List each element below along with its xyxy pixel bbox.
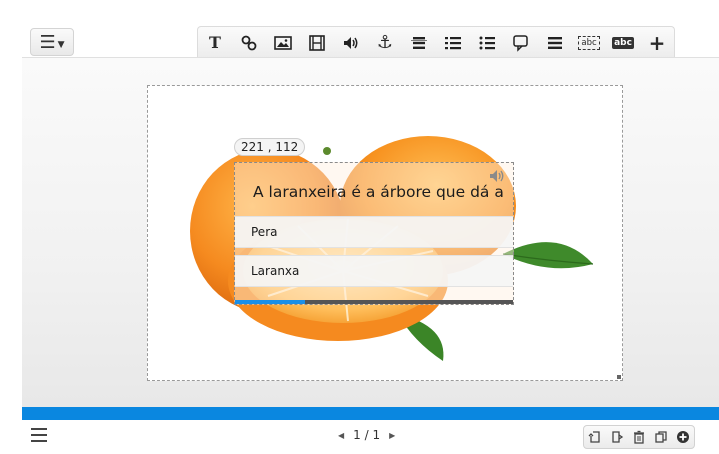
fill-blank-tool[interactable]: abc — [572, 27, 606, 58]
bottom-bar: ◀ 1 / 1 ▶ — [22, 420, 719, 454]
list-tool[interactable] — [538, 27, 572, 58]
plus-icon: + — [648, 30, 666, 55]
ordered-list-tool[interactable] — [436, 27, 470, 58]
speech-bubble-icon — [513, 34, 528, 52]
add-tool[interactable]: + — [640, 27, 674, 58]
timeline-bar[interactable] — [22, 407, 719, 420]
letter-tool[interactable]: abc — [606, 27, 640, 58]
triangle-left-icon[interactable]: ◀ — [338, 431, 344, 440]
popup-tool[interactable] — [504, 27, 538, 58]
add-slide-button[interactable] — [672, 426, 694, 448]
top-toolbar: ☰ ▼ T ⚓ abc abc + — [22, 26, 719, 58]
coordinates-badge: 221 , 112 — [234, 138, 306, 156]
slide-canvas[interactable]: 221 , 112 A laranxeira é a árbore que dá… — [147, 85, 623, 381]
trash-icon — [634, 430, 644, 444]
page-indicator: 1 / 1 — [353, 428, 381, 442]
duplicate-page-button[interactable] — [650, 426, 672, 448]
answer-option[interactable]: Pera — [235, 216, 513, 248]
slides-menu-icon[interactable] — [31, 428, 47, 442]
slide-tools — [583, 425, 695, 449]
undo-page-button[interactable] — [584, 426, 606, 448]
numbered-list-icon — [445, 36, 461, 49]
quiz-widget[interactable]: A laranxeira é a árbore que dá a Pera La… — [234, 162, 514, 305]
check-list-icon — [479, 36, 495, 49]
speaker-icon[interactable] — [489, 169, 507, 183]
abc-box-icon: abc — [578, 35, 600, 50]
resize-handle[interactable] — [617, 375, 621, 379]
main-menu-button[interactable]: ☰ ▼ — [30, 28, 74, 56]
add-page-icon — [612, 431, 624, 443]
answer-option[interactable]: Laranxa — [235, 255, 513, 287]
sort-list-icon — [411, 36, 427, 49]
link-tool[interactable] — [232, 27, 266, 58]
hamburger-menu-icon: ☰ — [39, 31, 56, 53]
image-icon — [274, 35, 292, 50]
add-page-button[interactable] — [606, 426, 628, 448]
duplicate-icon — [655, 431, 667, 443]
anchor-icon: ⚓ — [376, 32, 394, 53]
insert-tools: T ⚓ abc abc + — [197, 26, 675, 58]
caret-down-icon: ▼ — [57, 40, 65, 50]
text-tool[interactable]: T — [198, 27, 232, 58]
text-T-icon: T — [209, 33, 221, 52]
triangle-right-icon[interactable]: ▶ — [389, 431, 395, 440]
editor-app: ☰ ▼ T ⚓ abc abc + 221 , 112 A laranxeira… — [0, 0, 719, 454]
editor-stage: 221 , 112 A laranxeira é a árbore que dá… — [22, 57, 719, 407]
list-icon — [548, 36, 562, 49]
delete-page-button[interactable] — [628, 426, 650, 448]
audio-tool[interactable] — [334, 27, 368, 58]
pager: ◀ 1 / 1 ▶ — [338, 428, 395, 442]
abc-letters-icon: abc — [612, 36, 634, 49]
sort-tool[interactable] — [402, 27, 436, 58]
film-icon — [309, 34, 325, 51]
quiz-question: A laranxeira é a árbore que dá a — [253, 183, 504, 201]
plus-circle-icon — [677, 431, 689, 443]
quiz-progress-fill — [235, 300, 305, 304]
image-tool[interactable] — [266, 27, 300, 58]
anchor-tool[interactable]: ⚓ — [368, 27, 402, 58]
video-tool[interactable] — [300, 27, 334, 58]
link-icon — [241, 35, 257, 50]
undo-page-icon — [588, 431, 600, 443]
quiz-progress-bar — [235, 300, 513, 304]
checklist-tool[interactable] — [470, 27, 504, 58]
speaker-icon — [344, 36, 358, 49]
